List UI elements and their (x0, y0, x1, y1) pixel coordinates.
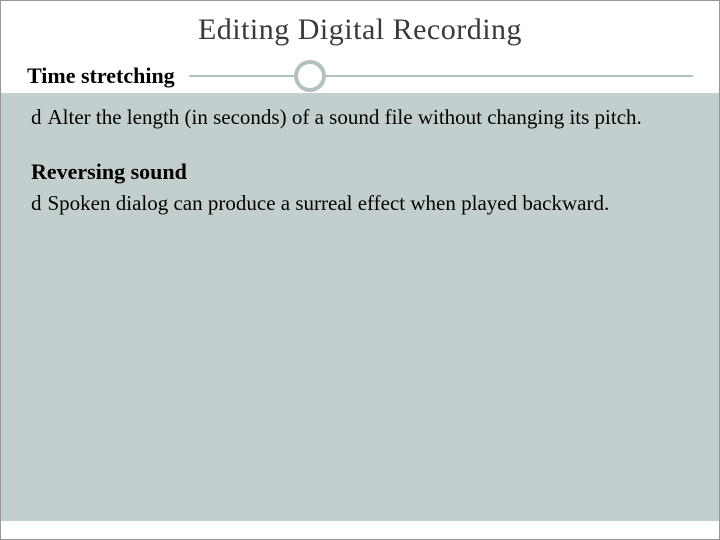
list-item: d Spoken dialog can produce a surreal ef… (31, 189, 689, 217)
content-area: d Alter the length (in seconds) of a sou… (1, 93, 719, 521)
divider-rule (189, 59, 693, 93)
section1-heading: Time stretching (27, 63, 175, 89)
slide: Editing Digital Recording Time stretchin… (0, 0, 720, 540)
section2-heading: Reversing sound (31, 159, 689, 185)
bullet-icon: d (31, 189, 42, 217)
subtitle-row: Time stretching (1, 59, 719, 93)
section2: Reversing sound d Spoken dialog can prod… (31, 159, 689, 217)
bullet-icon: d (31, 103, 42, 131)
bullet-text: Alter the length (in seconds) of a sound… (48, 103, 690, 131)
divider-line (189, 75, 693, 77)
bullet-text: Spoken dialog can produce a surreal effe… (48, 189, 690, 217)
circle-icon (294, 60, 326, 92)
list-item: d Alter the length (in seconds) of a sou… (31, 103, 689, 131)
title-region: Editing Digital Recording (1, 1, 719, 53)
slide-title: Editing Digital Recording (1, 13, 719, 47)
